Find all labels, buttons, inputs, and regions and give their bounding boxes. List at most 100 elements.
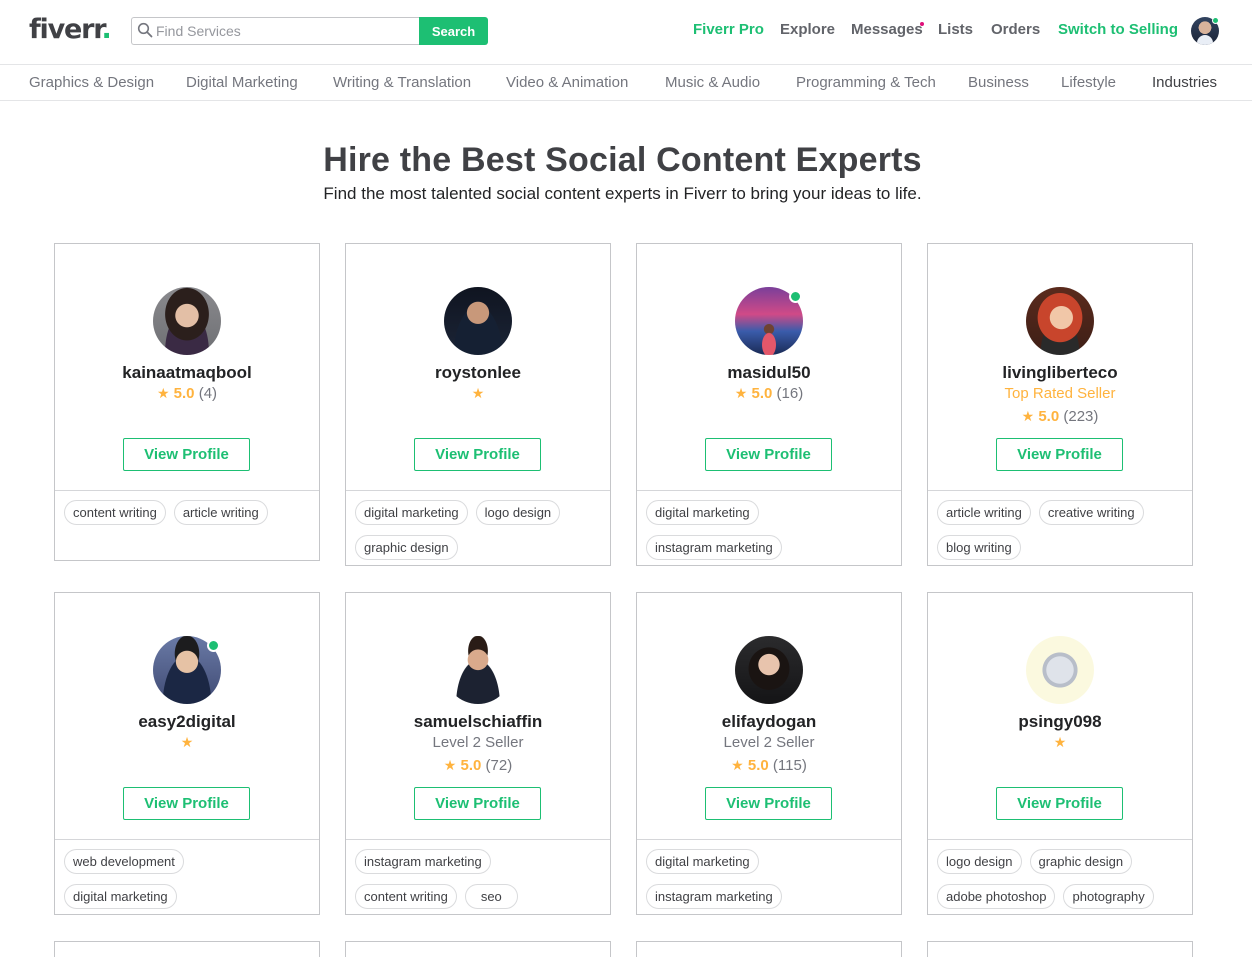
seller-card: easy2digital ★ View Profile web developm… — [54, 592, 320, 915]
seller-username[interactable]: roystonlee — [346, 363, 610, 383]
skill-tag[interactable]: digital marketing — [64, 884, 177, 909]
rating-score: 5.0 — [173, 385, 195, 402]
star-icon: ★ — [471, 385, 485, 401]
skill-tag[interactable]: adobe photoshop — [937, 884, 1056, 909]
view-profile-button[interactable]: View Profile — [123, 787, 250, 820]
nav-explore[interactable]: Explore — [780, 21, 835, 38]
category-menu: Graphics & Design Digital Marketing Writ… — [0, 65, 1252, 101]
rating-count: (4) — [198, 385, 218, 402]
rating-score: 5.0 — [460, 757, 482, 774]
page-title: Hire the Best Social Content Experts — [323, 141, 922, 179]
seller-card-partial — [927, 941, 1193, 957]
skill-tag[interactable]: content writing — [64, 500, 166, 525]
category-lifestyle[interactable]: Lifestyle — [1061, 74, 1116, 91]
skill-tag[interactable]: logo design — [937, 849, 1022, 874]
seller-level: Level 2 Seller — [723, 734, 815, 751]
rating-score: 5.0 — [1038, 408, 1060, 425]
rating-count: (72) — [485, 757, 513, 774]
seller-username[interactable]: elifaydogan — [637, 712, 901, 732]
skill-tag[interactable]: article writing — [173, 500, 268, 525]
skill-tag[interactable]: instagram marketing — [355, 849, 491, 874]
nav-switch-to-selling[interactable]: Switch to Selling — [1058, 21, 1178, 38]
skill-tag[interactable]: digital marketing — [355, 500, 468, 525]
nav-orders[interactable]: Orders — [991, 21, 1040, 38]
star-icon: ★ — [1053, 734, 1067, 750]
seller-username[interactable]: samuelschiaffin — [346, 712, 610, 732]
skill-tag[interactable]: seo — [464, 884, 518, 909]
fiverr-logo[interactable]: fiverr. — [29, 14, 112, 45]
seller-username[interactable]: masidul50 — [637, 363, 901, 383]
seller-card: roystonlee ★ View Profile digital market… — [345, 243, 611, 566]
category-industries[interactable]: Industries — [1152, 74, 1217, 91]
seller-card-partial — [345, 941, 611, 957]
seller-card-header: roystonlee ★ View Profile — [346, 244, 610, 491]
skill-tag[interactable]: content writing — [355, 884, 457, 909]
seller-tags: digital marketing logo design graphic des… — [346, 491, 610, 570]
nav-lists[interactable]: Lists — [938, 21, 973, 38]
skill-tag[interactable]: creative writing — [1038, 500, 1144, 525]
category-graphics-design[interactable]: Graphics & Design — [29, 74, 154, 91]
star-icon: ★ — [156, 385, 170, 401]
search-input[interactable] — [131, 17, 420, 45]
star-icon: ★ — [443, 757, 457, 773]
seller-avatar[interactable] — [444, 287, 512, 355]
skill-tag[interactable]: instagram marketing — [646, 884, 782, 909]
rating-count: (16) — [776, 385, 804, 402]
skill-tag[interactable]: instagram marketing — [646, 535, 782, 560]
seller-card-header: easy2digital ★ View Profile — [55, 593, 319, 840]
category-digital-marketing[interactable]: Digital Marketing — [186, 74, 298, 91]
top-header: fiverr. Search Fiverr Pro Explore Messag… — [0, 0, 1252, 65]
nav-messages[interactable]: Messages — [851, 21, 923, 38]
rating-count: (115) — [772, 757, 807, 774]
seller-avatar[interactable] — [153, 287, 221, 355]
rating-count: (223) — [1063, 408, 1099, 425]
star-icon: ★ — [734, 385, 748, 401]
seller-card-header: elifaydogan Level 2 Seller ★ 5.0 (115) V… — [637, 593, 901, 840]
view-profile-button[interactable]: View Profile — [996, 787, 1123, 820]
star-icon: ★ — [1021, 408, 1035, 424]
skill-tag[interactable]: logo design — [475, 500, 561, 525]
view-profile-button[interactable]: View Profile — [414, 438, 541, 471]
category-video-animation[interactable]: Video & Animation — [506, 74, 628, 91]
nav-fiverr-pro[interactable]: Fiverr Pro — [693, 21, 764, 38]
skill-tag[interactable]: photography — [1063, 884, 1154, 909]
seller-avatar[interactable] — [444, 636, 512, 704]
search-icon — [137, 22, 153, 38]
seller-username[interactable]: psingy098 — [928, 712, 1192, 732]
seller-card-partial — [636, 941, 902, 957]
search-button[interactable]: Search — [419, 17, 488, 45]
seller-avatar[interactable] — [1026, 636, 1094, 704]
seller-tags: content writing article writing — [55, 491, 319, 535]
seller-tags: digital marketing instagram marketing — [637, 840, 901, 919]
online-indicator — [207, 639, 220, 652]
category-music-audio[interactable]: Music & Audio — [665, 74, 760, 91]
skill-tag[interactable]: graphic design — [355, 535, 458, 560]
seller-card: psingy098 ★ View Profile logo design grap… — [927, 592, 1193, 915]
seller-rating: ★ — [346, 385, 610, 402]
view-profile-button[interactable]: View Profile — [996, 438, 1123, 471]
seller-rating: ★ 5.0 (4) — [55, 385, 319, 402]
skill-tag[interactable]: blog writing — [937, 535, 1021, 560]
seller-level: Level 2 Seller — [432, 734, 524, 751]
search-bar: Search — [131, 17, 488, 45]
skill-tag[interactable]: digital marketing — [646, 500, 759, 525]
seller-card-header: psingy098 ★ View Profile — [928, 593, 1192, 840]
seller-card: kainaatmaqbool ★ 5.0 (4) View Profile co… — [54, 243, 320, 561]
view-profile-button[interactable]: View Profile — [414, 787, 541, 820]
category-writing-translation[interactable]: Writing & Translation — [333, 74, 471, 91]
category-programming-tech[interactable]: Programming & Tech — [796, 74, 936, 91]
seller-avatar[interactable] — [735, 636, 803, 704]
skill-tag[interactable]: web development — [64, 849, 184, 874]
view-profile-button[interactable]: View Profile — [705, 787, 832, 820]
skill-tag[interactable]: article writing — [937, 500, 1031, 525]
view-profile-button[interactable]: View Profile — [123, 438, 250, 471]
skill-tag[interactable]: graphic design — [1029, 849, 1133, 874]
logo-text: fiverr — [29, 14, 103, 45]
seller-username[interactable]: livingliberteco — [928, 363, 1192, 383]
seller-username[interactable]: easy2digital — [55, 712, 319, 732]
view-profile-button[interactable]: View Profile — [705, 438, 832, 471]
seller-username[interactable]: kainaatmaqbool — [55, 363, 319, 383]
skill-tag[interactable]: digital marketing — [646, 849, 759, 874]
category-business[interactable]: Business — [968, 74, 1029, 91]
seller-avatar[interactable] — [1026, 287, 1094, 355]
